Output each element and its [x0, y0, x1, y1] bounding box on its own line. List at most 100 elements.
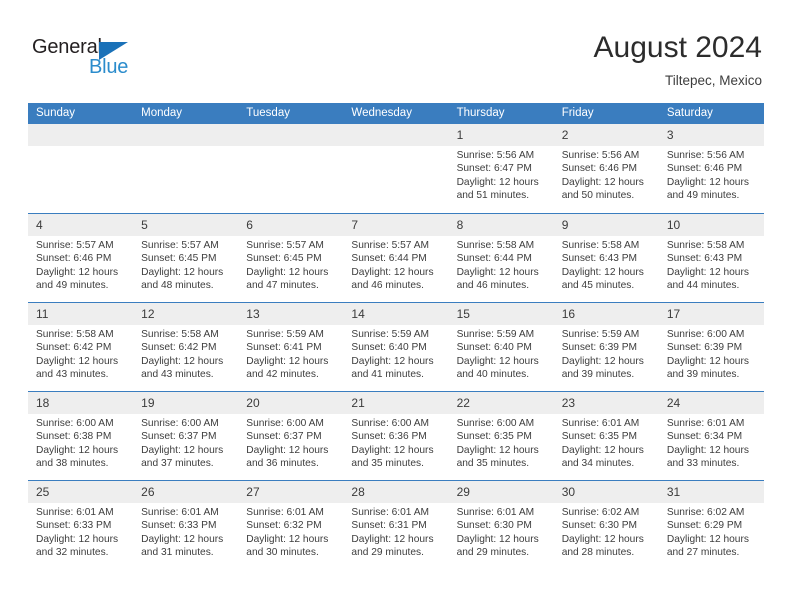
sunrise-text: Sunrise: 5:58 AM	[456, 240, 535, 251]
daylight-text-line1: Daylight: 12 hours	[351, 533, 434, 545]
sunset-text: Sunset: 6:37 PM	[141, 431, 217, 443]
sunset-text: Sunset: 6:40 PM	[456, 342, 532, 354]
daylight-text-line1: Daylight: 12 hours	[141, 266, 224, 278]
day-cell[interactable]: 15 Sunrise: 5:59 AM Sunset: 6:40 PM Dayl…	[448, 303, 554, 391]
day-cell[interactable]: 9 Sunrise: 5:58 AM Sunset: 6:43 PM Dayli…	[553, 214, 659, 302]
sunrise-text: Sunrise: 6:02 AM	[561, 507, 640, 518]
week-row: 25 Sunrise: 6:01 AM Sunset: 6:33 PM Dayl…	[28, 480, 764, 569]
daylight-text-line1: Daylight: 12 hours	[666, 176, 749, 188]
day-cell[interactable]	[238, 124, 344, 213]
daylight-text-line2: and 35 minutes.	[351, 457, 424, 469]
daylight-text-line2: and 46 minutes.	[456, 279, 530, 291]
day-cell[interactable]: 23 Sunrise: 6:01 AM Sunset: 6:35 PM Dayl…	[553, 392, 659, 480]
day-number: 5	[133, 214, 239, 236]
day-cell[interactable]: 20 Sunrise: 6:00 AM Sunset: 6:37 PM Dayl…	[238, 392, 344, 480]
sunset-text: Sunset: 6:44 PM	[351, 253, 427, 265]
daylight-text-line2: and 34 minutes.	[561, 457, 635, 469]
sunrise-text: Sunrise: 6:01 AM	[36, 507, 114, 518]
sunset-text: Sunset: 6:43 PM	[561, 253, 638, 265]
week-row: 18 Sunrise: 6:00 AM Sunset: 6:38 PM Dayl…	[28, 391, 764, 480]
sunset-text: Sunset: 6:31 PM	[351, 520, 427, 532]
day-cell[interactable]: 25 Sunrise: 6:01 AM Sunset: 6:33 PM Dayl…	[28, 481, 134, 569]
day-number: 23	[553, 392, 659, 414]
day-cell[interactable]: 30 Sunrise: 6:02 AM Sunset: 6:30 PM Dayl…	[553, 481, 659, 569]
daylight-text-line1: Daylight: 12 hours	[351, 355, 434, 367]
sunset-text: Sunset: 6:33 PM	[141, 520, 217, 532]
page-header: General Blue August 2024 Tiltepec, Mexic…	[0, 0, 792, 100]
day-info: Sunrise: 6:01 AM Sunset: 6:31 PM Dayligh…	[343, 503, 448, 559]
day-info: Sunrise: 5:58 AM Sunset: 6:43 PM Dayligh…	[554, 236, 659, 292]
day-cell[interactable]: 2 Sunrise: 5:56 AM Sunset: 6:46 PM Dayli…	[553, 124, 659, 213]
day-number: 12	[133, 303, 239, 325]
day-cell[interactable]: 26 Sunrise: 6:01 AM Sunset: 6:33 PM Dayl…	[133, 481, 239, 569]
day-cell[interactable]	[28, 124, 134, 213]
daylight-text-line2: and 50 minutes.	[561, 189, 635, 201]
day-cell[interactable]: 18 Sunrise: 6:00 AM Sunset: 6:38 PM Dayl…	[28, 392, 134, 480]
day-cell[interactable]: 14 Sunrise: 5:59 AM Sunset: 6:40 PM Dayl…	[343, 303, 449, 391]
day-info	[343, 146, 448, 149]
sunrise-text: Sunrise: 5:58 AM	[666, 240, 745, 251]
sunset-text: Sunset: 6:40 PM	[351, 342, 427, 354]
day-cell[interactable]: 19 Sunrise: 6:00 AM Sunset: 6:37 PM Dayl…	[133, 392, 239, 480]
day-number: 13	[238, 303, 344, 325]
sunset-text: Sunset: 6:30 PM	[561, 520, 638, 532]
day-cell[interactable]: 17 Sunrise: 6:00 AM Sunset: 6:39 PM Dayl…	[658, 303, 764, 391]
day-cell[interactable]: 3 Sunrise: 5:56 AM Sunset: 6:46 PM Dayli…	[658, 124, 764, 213]
daylight-text-line2: and 33 minutes.	[666, 457, 740, 469]
day-info: Sunrise: 5:57 AM Sunset: 6:44 PM Dayligh…	[343, 236, 448, 292]
sunrise-text: Sunrise: 6:00 AM	[456, 418, 535, 429]
day-number: 31	[658, 481, 764, 503]
day-cell[interactable]: 1 Sunrise: 5:56 AM Sunset: 6:47 PM Dayli…	[448, 124, 554, 213]
day-cell[interactable]: 12 Sunrise: 5:58 AM Sunset: 6:42 PM Dayl…	[133, 303, 239, 391]
day-cell[interactable]: 7 Sunrise: 5:57 AM Sunset: 6:44 PM Dayli…	[343, 214, 449, 302]
day-cell[interactable]: 21 Sunrise: 6:00 AM Sunset: 6:36 PM Dayl…	[343, 392, 449, 480]
day-cell[interactable]: 8 Sunrise: 5:58 AM Sunset: 6:44 PM Dayli…	[448, 214, 554, 302]
day-number: 11	[28, 303, 134, 325]
daylight-text-line2: and 47 minutes.	[246, 279, 319, 291]
day-cell[interactable]: 28 Sunrise: 6:01 AM Sunset: 6:31 PM Dayl…	[343, 481, 449, 569]
day-cell[interactable]: 16 Sunrise: 5:59 AM Sunset: 6:39 PM Dayl…	[553, 303, 659, 391]
sunrise-text: Sunrise: 6:02 AM	[666, 507, 745, 518]
day-cell[interactable]: 24 Sunrise: 6:01 AM Sunset: 6:34 PM Dayl…	[658, 392, 764, 480]
sunset-text: Sunset: 6:33 PM	[36, 520, 112, 532]
sunrise-text: Sunrise: 5:56 AM	[561, 150, 640, 161]
day-info: Sunrise: 6:01 AM Sunset: 6:33 PM Dayligh…	[133, 503, 238, 559]
day-info: Sunrise: 5:57 AM Sunset: 6:46 PM Dayligh…	[28, 236, 133, 292]
day-cell[interactable]: 5 Sunrise: 5:57 AM Sunset: 6:45 PM Dayli…	[133, 214, 239, 302]
general-blue-logo[interactable]: General Blue	[32, 36, 152, 82]
daylight-text-line2: and 45 minutes.	[561, 279, 635, 291]
daylight-text-line2: and 49 minutes.	[36, 279, 109, 291]
day-cell[interactable]: 29 Sunrise: 6:01 AM Sunset: 6:30 PM Dayl…	[448, 481, 554, 569]
day-info: Sunrise: 6:01 AM Sunset: 6:35 PM Dayligh…	[554, 414, 659, 470]
day-cell[interactable]	[343, 124, 449, 213]
day-cell[interactable]: 31 Sunrise: 6:02 AM Sunset: 6:29 PM Dayl…	[658, 481, 764, 569]
weekday-friday: Friday	[561, 107, 594, 119]
sunrise-text: Sunrise: 6:00 AM	[351, 418, 430, 429]
day-cell[interactable]: 10 Sunrise: 5:58 AM Sunset: 6:43 PM Dayl…	[658, 214, 764, 302]
sunset-text: Sunset: 6:38 PM	[36, 431, 112, 443]
day-cell[interactable]: 13 Sunrise: 5:59 AM Sunset: 6:41 PM Dayl…	[238, 303, 344, 391]
day-info: Sunrise: 5:56 AM Sunset: 6:46 PM Dayligh…	[554, 146, 659, 202]
sunrise-text: Sunrise: 5:57 AM	[36, 240, 114, 251]
day-info: Sunrise: 5:59 AM Sunset: 6:40 PM Dayligh…	[449, 325, 554, 381]
sunrise-text: Sunrise: 6:01 AM	[456, 507, 535, 518]
day-cell[interactable]: 6 Sunrise: 5:57 AM Sunset: 6:45 PM Dayli…	[238, 214, 344, 302]
day-cell[interactable]: 11 Sunrise: 5:58 AM Sunset: 6:42 PM Dayl…	[28, 303, 134, 391]
sunset-text: Sunset: 6:46 PM	[561, 163, 638, 175]
sunrise-text: Sunrise: 5:56 AM	[666, 150, 745, 161]
day-number: 14	[343, 303, 449, 325]
day-cell[interactable]	[133, 124, 239, 213]
daylight-text-line2: and 40 minutes.	[456, 368, 530, 380]
daylight-text-line2: and 36 minutes.	[246, 457, 319, 469]
day-cell[interactable]: 22 Sunrise: 6:00 AM Sunset: 6:35 PM Dayl…	[448, 392, 554, 480]
daylight-text-line1: Daylight: 12 hours	[246, 533, 329, 545]
sunset-text: Sunset: 6:39 PM	[561, 342, 638, 354]
weekday-saturday: Saturday	[666, 107, 713, 119]
day-cell[interactable]: 27 Sunrise: 6:01 AM Sunset: 6:32 PM Dayl…	[238, 481, 344, 569]
day-cell[interactable]: 4 Sunrise: 5:57 AM Sunset: 6:46 PM Dayli…	[28, 214, 134, 302]
day-number: 10	[658, 214, 764, 236]
daylight-text-line1: Daylight: 12 hours	[456, 533, 539, 545]
daylight-text-line2: and 29 minutes.	[351, 546, 424, 558]
day-info	[238, 146, 343, 149]
day-number: 1	[448, 124, 554, 146]
